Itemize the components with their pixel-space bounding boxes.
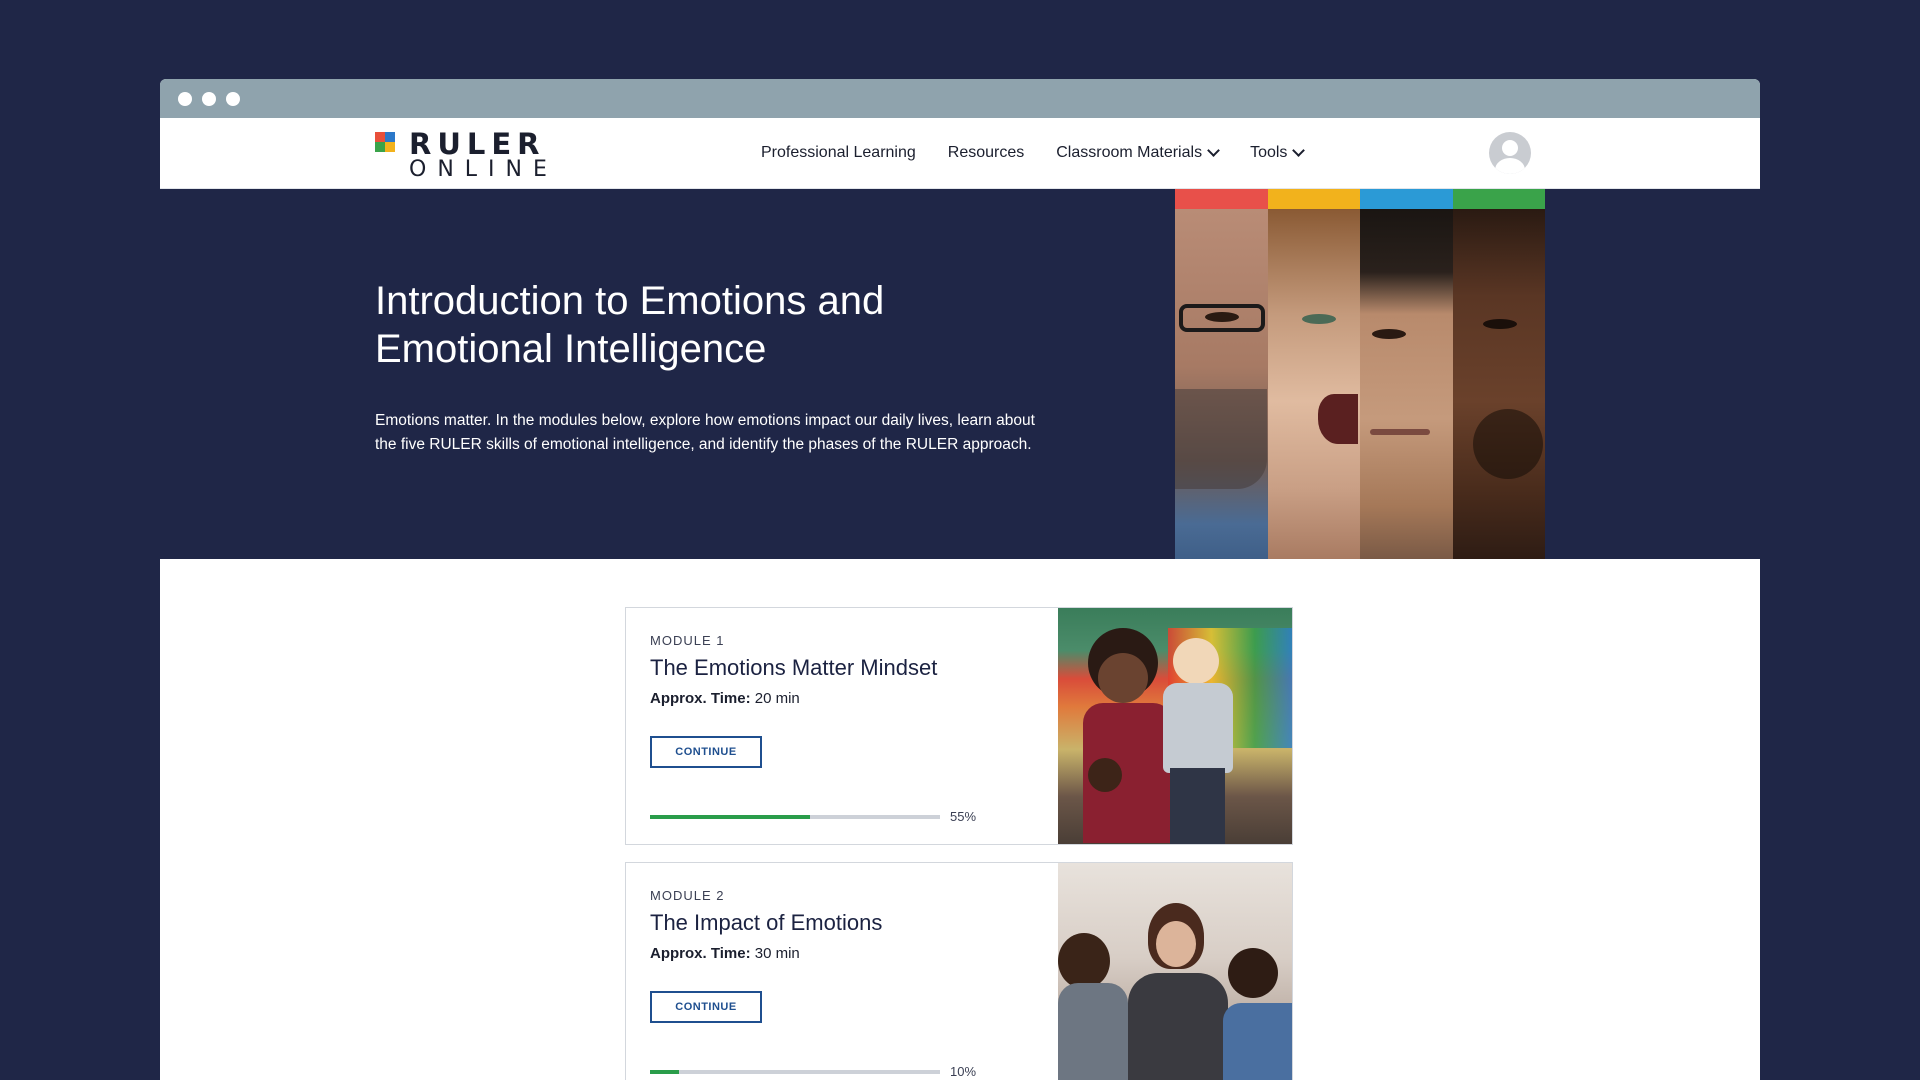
logo-square [375, 132, 385, 142]
logo-square [385, 142, 395, 152]
page-description: Emotions matter. In the modules below, e… [375, 412, 1035, 453]
face-strip [1175, 189, 1268, 559]
face-photo [1360, 209, 1453, 559]
logo-text: RULER ONLINE [409, 130, 558, 181]
module-label: MODULE 2 [650, 888, 725, 903]
window-dot-icon[interactable] [178, 91, 192, 106]
module-time: Approx. Time: 20 min [650, 690, 800, 707]
nav-professional-learning[interactable]: Professional Learning [761, 144, 916, 162]
module-card: MODULE 1 The Emotions Matter Mindset App… [625, 607, 1293, 845]
progress-bar [650, 1070, 940, 1074]
page-title: Introduction to Emotions and Emotional I… [375, 279, 885, 371]
module-title: The Impact of Emotions [650, 910, 883, 935]
browser-window: RULER ONLINE Professional Learning Resou… [160, 79, 1760, 1080]
face-strip [1452, 189, 1545, 559]
nav-resources[interactable]: Resources [948, 144, 1024, 162]
avatar-shoulders [1495, 158, 1525, 174]
ruler-online-logo[interactable]: RULER ONLINE [375, 130, 558, 181]
nav-item-label: Resources [947, 144, 1025, 161]
face-strip [1360, 189, 1453, 559]
module-card: MODULE 2 The Impact of Emotions Approx. … [625, 862, 1293, 1080]
progress-percent: 55% [950, 809, 977, 824]
logo-squares-icon [375, 132, 395, 181]
avatar-head [1502, 140, 1518, 156]
top-navigation: RULER ONLINE Professional Learning Resou… [160, 118, 1760, 189]
face-photo [1267, 209, 1360, 559]
module-thumbnail[interactable] [1058, 608, 1292, 844]
chevron-down-icon [1292, 144, 1306, 157]
time-value: 20 min [754, 690, 800, 707]
module-thumbnail[interactable] [1058, 863, 1292, 1080]
hero-section: Introduction to Emotions and Emotional I… [160, 189, 1760, 559]
continue-button[interactable]: CONTINUE [650, 991, 762, 1023]
logo-square [385, 132, 395, 142]
main-menu: Professional Learning Resources Classroo… [761, 118, 1306, 188]
face-photo [1452, 209, 1545, 559]
logo-ruler-text: RULER [409, 127, 546, 161]
modules-list: MODULE 1 The Emotions Matter Mindset App… [160, 559, 1760, 1080]
time-value: 30 min [754, 945, 800, 962]
nav-item-label: Professional Learning [761, 144, 916, 161]
nav-item-label: Tools [1250, 144, 1288, 161]
nav-item-label: Classroom Materials [1056, 144, 1203, 161]
face-photo [1175, 209, 1268, 559]
module-title: The Emotions Matter Mindset [650, 655, 938, 680]
window-dot-icon[interactable] [202, 91, 216, 106]
progress-fill [650, 1070, 679, 1074]
logo-online-text: ONLINE [409, 157, 558, 182]
time-label: Approx. Time: [650, 945, 751, 962]
progress-fill [650, 815, 810, 819]
face-strip [1267, 189, 1360, 559]
nav-classroom-materials[interactable]: Classroom Materials [1056, 144, 1220, 162]
progress-percent: 10% [950, 1064, 977, 1079]
nav-tools[interactable]: Tools [1250, 144, 1306, 162]
time-label: Approx. Time: [650, 690, 751, 707]
window-titlebar [160, 79, 1760, 118]
faces-image [1175, 189, 1545, 559]
chevron-down-icon [1207, 144, 1220, 157]
continue-button[interactable]: CONTINUE [650, 736, 762, 768]
module-time: Approx. Time: 30 min [650, 945, 800, 962]
window-dot-icon[interactable] [226, 91, 240, 106]
progress-bar [650, 815, 940, 819]
module-label: MODULE 1 [650, 633, 725, 648]
logo-square [375, 142, 385, 152]
user-avatar-icon[interactable] [1489, 132, 1531, 174]
